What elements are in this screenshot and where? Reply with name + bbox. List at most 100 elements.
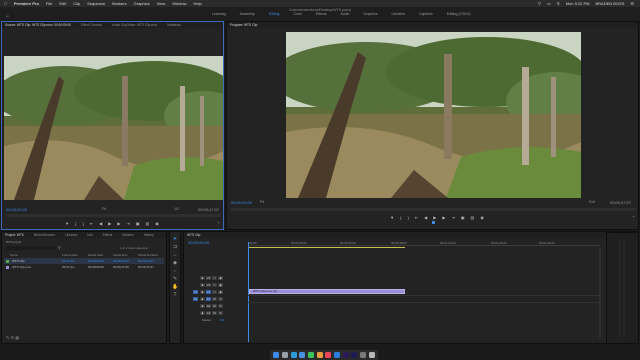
track-label-v1[interactable]: V1 xyxy=(206,290,211,294)
razor-tool-icon[interactable]: ◆ xyxy=(172,260,178,266)
workspace-tab-audio[interactable]: Audio xyxy=(341,12,350,16)
tab-history[interactable]: History xyxy=(144,233,154,237)
export-frame-icon[interactable]: ◉ xyxy=(155,221,159,226)
system-preferences-icon[interactable] xyxy=(359,352,366,358)
lock-icon[interactable]: ■ xyxy=(200,290,205,294)
tab-info[interactable]: Info xyxy=(87,233,92,237)
source-video-frame[interactable] xyxy=(4,56,223,200)
after-effects-icon[interactable] xyxy=(351,352,358,358)
solo-icon[interactable]: S xyxy=(218,304,223,308)
tab-effect-controls[interactable]: Effect Controls xyxy=(81,23,102,27)
sync-lock-icon[interactable]: □ xyxy=(212,283,217,287)
selection-tool-icon[interactable]: ➤ xyxy=(172,236,178,242)
menu-clip[interactable]: Clip xyxy=(73,1,80,6)
photos-icon[interactable] xyxy=(316,352,323,358)
go-to-in-icon[interactable]: ⇤ xyxy=(415,215,418,220)
ripple-edit-tool-icon[interactable]: ↔ xyxy=(172,252,178,258)
tab-libraries[interactable]: Libraries xyxy=(65,233,77,237)
home-icon[interactable]: ⌂ xyxy=(6,14,11,19)
wifi-icon[interactable]: ▽ xyxy=(538,1,541,6)
tab-source[interactable]: Source: WTS Clip: WTS Clip.mov: 00:00:00… xyxy=(5,23,71,27)
overwrite-icon[interactable]: ▤ xyxy=(146,221,150,226)
mark-out-icon[interactable]: } xyxy=(407,215,408,220)
menu-help[interactable]: Help xyxy=(193,1,201,6)
column-media-end[interactable]: Media End xyxy=(113,253,127,257)
workspace-tab-editing[interactable]: Editing xyxy=(269,12,280,16)
lock-icon[interactable]: ■ xyxy=(200,283,205,287)
mark-in-icon[interactable]: { xyxy=(75,221,76,226)
track-label-a2[interactable]: A2 xyxy=(206,304,211,308)
eye-icon[interactable]: ◉ xyxy=(218,283,223,287)
workspace-tab-editing-cs55[interactable]: Editing (CS5.5) xyxy=(447,12,471,16)
timeline-sequence-tab[interactable]: WTS Clip xyxy=(187,233,200,237)
workspace-tab-libraries[interactable]: Libraries xyxy=(391,12,404,16)
program-monitor-title[interactable]: Program: WTS Clip xyxy=(230,23,257,27)
tab-effects[interactable]: Effects xyxy=(103,233,113,237)
menu-graphics[interactable]: Graphics xyxy=(134,1,150,6)
step-back-icon[interactable]: ◀ xyxy=(424,215,427,220)
source-settings-icon[interactable]: + xyxy=(218,220,220,225)
play-icon[interactable]: ▶ xyxy=(433,215,436,220)
menu-markers[interactable]: Markers xyxy=(112,1,126,6)
menu-file[interactable]: File xyxy=(46,1,52,6)
tab-audio-clip-mixer[interactable]: Audio Clip Mixer: WTS Clip.mov xyxy=(112,23,157,27)
track-label-v2[interactable]: V2 xyxy=(206,283,211,287)
play-icon[interactable]: ▶ xyxy=(108,221,111,226)
control-center-icon[interactable]: ☰ xyxy=(630,1,634,6)
type-tool-icon[interactable]: T xyxy=(172,292,178,298)
timeline-timecode[interactable]: 00;00;00;00 xyxy=(188,240,209,245)
music-icon[interactable] xyxy=(325,352,332,358)
track-select-tool-icon[interactable]: ⇉ xyxy=(172,244,178,250)
extract-icon[interactable]: ▤ xyxy=(471,215,475,220)
table-row[interactable]: WTS Clip.mov 29.97 fps 00;00;00;00 00;00… xyxy=(4,264,164,270)
column-frame-rate[interactable]: Frame Rate xyxy=(62,253,78,257)
battery-icon[interactable]: ▭ xyxy=(547,1,551,6)
workspace-tab-captions[interactable]: Captions xyxy=(419,12,433,16)
app-store-icon[interactable] xyxy=(333,352,340,358)
solo-icon[interactable]: S xyxy=(218,297,223,301)
tab-media-browser[interactable]: Media Browser xyxy=(34,233,55,237)
project-search-input[interactable] xyxy=(6,246,56,250)
program-video-frame[interactable] xyxy=(286,32,581,198)
source-zoom-dropdown[interactable]: 1/2 xyxy=(174,207,179,211)
step-back-icon[interactable]: ◀ xyxy=(99,221,102,226)
menu-view[interactable]: View xyxy=(157,1,166,6)
lock-icon[interactable]: ■ xyxy=(200,297,205,301)
launchpad-icon[interactable] xyxy=(281,352,288,358)
sync-lock-icon[interactable]: □ xyxy=(212,290,217,294)
user-name[interactable]: BRADEN BOSS xyxy=(596,1,625,6)
pencil-icon[interactable]: ✎ xyxy=(6,335,9,340)
track-label-v3[interactable]: V3 xyxy=(206,276,211,280)
messages-icon[interactable] xyxy=(307,352,314,358)
search-icon[interactable]: ⚲ xyxy=(557,1,560,6)
clock[interactable]: Mon 9:22 PM xyxy=(566,1,590,6)
list-view-icon[interactable]: ☰ xyxy=(10,335,14,340)
source-patch-v1[interactable]: V1 xyxy=(193,290,198,294)
source-patch-a1[interactable]: A1 xyxy=(193,297,198,301)
program-zoom-dropdown[interactable]: Full xyxy=(589,200,595,204)
menu-sequence[interactable]: Sequence xyxy=(87,1,105,6)
eye-icon[interactable]: ◉ xyxy=(218,276,223,280)
mark-in-icon[interactable]: { xyxy=(400,215,401,220)
lock-icon[interactable]: ■ xyxy=(200,304,205,308)
marker-icon[interactable]: ▼ xyxy=(65,221,69,226)
mark-out-icon[interactable]: } xyxy=(82,221,83,226)
lift-icon[interactable]: ▣ xyxy=(461,215,465,220)
pen-tool-icon[interactable]: ✎ xyxy=(172,276,178,282)
master-track-value[interactable]: 0.0 xyxy=(220,318,224,322)
source-fit-dropdown[interactable]: Fit xyxy=(102,207,106,211)
menu-edit[interactable]: Edit xyxy=(59,1,66,6)
lock-icon[interactable]: ■ xyxy=(200,276,205,280)
mute-icon[interactable]: M xyxy=(212,311,217,315)
mute-icon[interactable]: M xyxy=(212,297,217,301)
timeline-clip-v1[interactable]: WTS Clip.mov [V] xyxy=(249,289,405,294)
program-fit-dropdown[interactable]: Fit xyxy=(260,200,264,204)
work-area-bar[interactable] xyxy=(249,247,405,248)
marker-icon[interactable]: ▼ xyxy=(390,215,394,220)
tab-project[interactable]: Project: WTS xyxy=(5,233,24,237)
export-frame-icon[interactable]: ◉ xyxy=(480,215,484,220)
workspace-tab-assembly[interactable]: Assembly xyxy=(240,12,255,16)
premiere-icon[interactable] xyxy=(342,352,349,358)
timeline-ruler[interactable] xyxy=(248,245,600,246)
step-forward-icon[interactable]: ▶ xyxy=(117,221,120,226)
